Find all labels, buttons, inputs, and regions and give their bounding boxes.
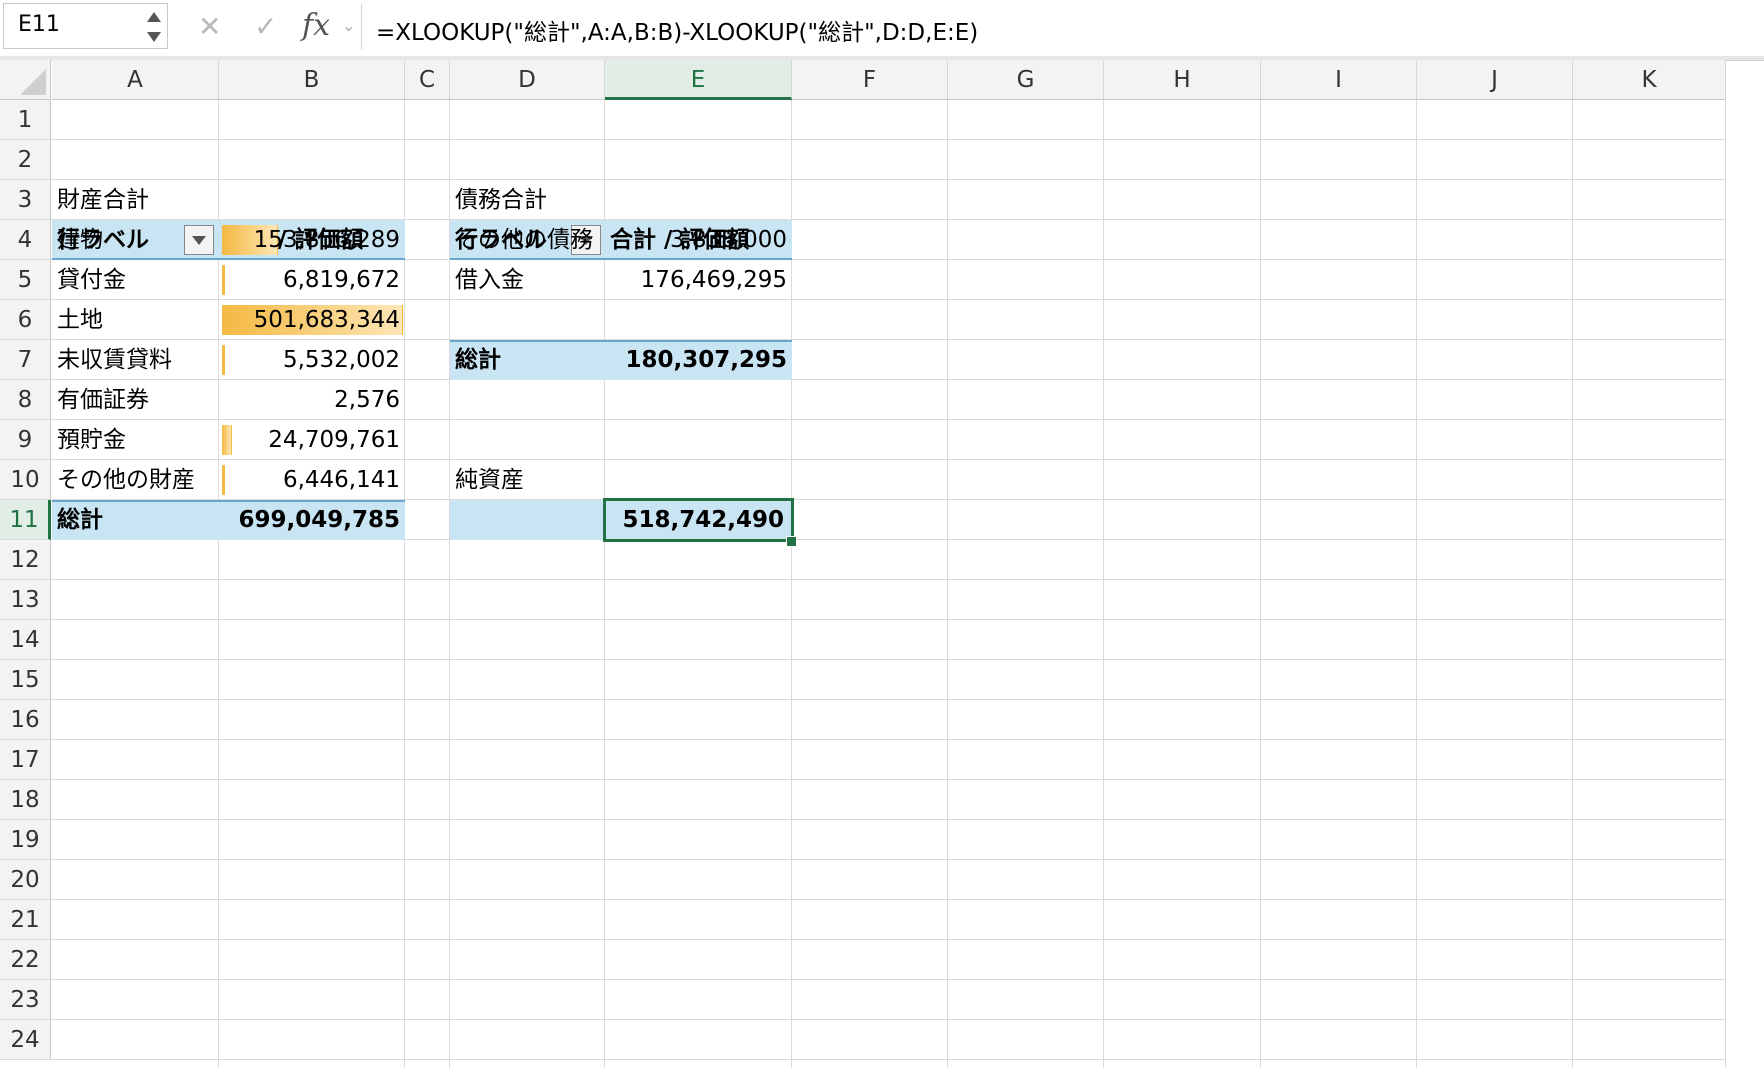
- row-header-8[interactable]: 8: [0, 380, 51, 420]
- row-header-15[interactable]: 15: [0, 660, 51, 700]
- row-header-12[interactable]: 12: [0, 540, 51, 580]
- horizontal-gridline: [51, 779, 1764, 780]
- assets-row-label[interactable]: 未収賃貸料: [52, 340, 219, 380]
- horizontal-gridline: [51, 859, 1764, 860]
- horizontal-gridline: [51, 899, 1764, 900]
- assets-row-label[interactable]: 預貯金: [52, 420, 219, 460]
- name-box-down-icon[interactable]: [147, 32, 161, 42]
- assets-row-label[interactable]: 建物: [52, 220, 219, 260]
- row-header-4[interactable]: 4: [0, 220, 51, 260]
- row-header-5[interactable]: 5: [0, 260, 51, 300]
- name-box-up-icon[interactable]: [147, 12, 161, 22]
- horizontal-gridline: [51, 579, 1764, 580]
- active-cell-selection[interactable]: [603, 498, 794, 542]
- formula-input[interactable]: =XLOOKUP("総計",A:A,B:B)-XLOOKUP("総計",D:D,…: [361, 4, 1764, 50]
- row-header-24[interactable]: 24: [0, 1020, 51, 1060]
- formula-bar: E11 ✕ ✓ fx ⌄ =XLOOKUP("総計",A:A,B:B)-XLOO…: [0, 0, 1764, 57]
- fill-handle[interactable]: [786, 536, 797, 547]
- row-header-11[interactable]: 11: [0, 500, 51, 540]
- column-header-i[interactable]: I: [1261, 60, 1417, 100]
- horizontal-gridline: [51, 179, 1764, 180]
- horizontal-gridline: [51, 619, 1764, 620]
- assets-row-value[interactable]: 6,446,141: [219, 460, 405, 500]
- column-header-e[interactable]: E: [605, 60, 792, 100]
- worksheet-grid: ABCDEFGHIJK 1 2 3 4 5 6 7 8 9 10 11 12 13 14 15 16 17 18 1…: [0, 60, 1764, 1068]
- horizontal-gridline: [51, 659, 1764, 660]
- horizontal-gridline: [51, 139, 1764, 140]
- liabilities-row-label[interactable]: その他の債務: [450, 220, 605, 260]
- enter-icon[interactable]: ✓: [254, 10, 277, 43]
- column-header-c[interactable]: C: [405, 60, 450, 100]
- row-header-7[interactable]: 7: [0, 340, 51, 380]
- horizontal-gridline: [51, 699, 1764, 700]
- grid-right-edge: [1726, 100, 1764, 1068]
- assets-row-value[interactable]: 2,576: [219, 380, 405, 420]
- column-header-f[interactable]: F: [792, 60, 948, 100]
- assets-row-value[interactable]: 153,856,289: [219, 220, 405, 260]
- assets-row-value[interactable]: 5,532,002: [219, 340, 405, 380]
- row-header-9[interactable]: 9: [0, 420, 51, 460]
- horizontal-gridline: [51, 1019, 1764, 1020]
- row-header-21[interactable]: 21: [0, 900, 51, 940]
- horizontal-gridline: [51, 819, 1764, 820]
- formula-text[interactable]: =XLOOKUP("総計",A:A,B:B)-XLOOKUP("総計",D:D,…: [376, 13, 978, 47]
- net-assets-label[interactable]: 純資産: [450, 460, 605, 500]
- column-header-h[interactable]: H: [1104, 60, 1261, 100]
- column-header-k[interactable]: K: [1573, 60, 1726, 100]
- cancel-icon[interactable]: ✕: [198, 10, 221, 43]
- row-header-2[interactable]: 2: [0, 140, 51, 180]
- row-header-3[interactable]: 3: [0, 180, 51, 220]
- row-header-14[interactable]: 14: [0, 620, 51, 660]
- row-header-17[interactable]: 17: [0, 740, 51, 780]
- row-header-22[interactable]: 22: [0, 940, 51, 980]
- assets-row-label[interactable]: その他の財産: [52, 460, 219, 500]
- horizontal-gridline: [51, 1059, 1764, 1060]
- assets-row-value[interactable]: 6,819,672: [219, 260, 405, 300]
- name-box[interactable]: E11: [3, 3, 168, 49]
- liabilities-row-label[interactable]: 借入金: [450, 260, 605, 300]
- vertical-gridline: [1260, 100, 1261, 1068]
- insert-function-icon[interactable]: fx: [302, 8, 330, 43]
- assets-total-label[interactable]: 総計: [52, 500, 219, 540]
- horizontal-gridline: [51, 979, 1764, 980]
- row-header-16[interactable]: 16: [0, 700, 51, 740]
- assets-total-value[interactable]: 699,049,785: [219, 500, 405, 540]
- row-header-13[interactable]: 13: [0, 580, 51, 620]
- assets-row-label[interactable]: 貸付金: [52, 260, 219, 300]
- chevron-down-icon[interactable]: ⌄: [342, 16, 355, 35]
- liabilities-title[interactable]: 債務合計: [450, 180, 605, 220]
- column-header-b[interactable]: B: [219, 60, 405, 100]
- row-header-10[interactable]: 10: [0, 460, 51, 500]
- assets-title[interactable]: 財産合計: [52, 180, 219, 220]
- row-header-6[interactable]: 6: [0, 300, 51, 340]
- horizontal-gridline: [51, 739, 1764, 740]
- column-header-d[interactable]: D: [450, 60, 605, 100]
- assets-row-value[interactable]: 501,683,344: [219, 300, 405, 340]
- column-header-a[interactable]: A: [52, 60, 219, 100]
- vertical-gridline: [1103, 100, 1104, 1068]
- horizontal-gridline: [51, 939, 1764, 940]
- liabilities-row-value[interactable]: 176,469,295: [605, 260, 792, 300]
- assets-row-label[interactable]: 土地: [52, 300, 219, 340]
- assets-row-label[interactable]: 有価証券: [52, 380, 219, 420]
- column-header-g[interactable]: G: [948, 60, 1104, 100]
- vertical-gridline: [947, 100, 948, 1068]
- row-header-23[interactable]: 23: [0, 980, 51, 1020]
- row-header-20[interactable]: 20: [0, 860, 51, 900]
- liabilities-total-value[interactable]: 180,307,295: [605, 340, 792, 380]
- vertical-gridline: [1572, 100, 1573, 1068]
- row-header-18[interactable]: 18: [0, 780, 51, 820]
- column-header-j[interactable]: J: [1417, 60, 1573, 100]
- liabilities-row-value[interactable]: 3,838,000: [605, 220, 792, 260]
- vertical-gridline: [1416, 100, 1417, 1068]
- name-box-value[interactable]: E11: [18, 12, 60, 37]
- row-header-19[interactable]: 19: [0, 820, 51, 860]
- row-header-1[interactable]: 1: [0, 100, 51, 140]
- liabilities-total-label[interactable]: 総計: [450, 340, 605, 380]
- select-all-corner[interactable]: [0, 60, 51, 100]
- assets-row-value[interactable]: 24,709,761: [219, 420, 405, 460]
